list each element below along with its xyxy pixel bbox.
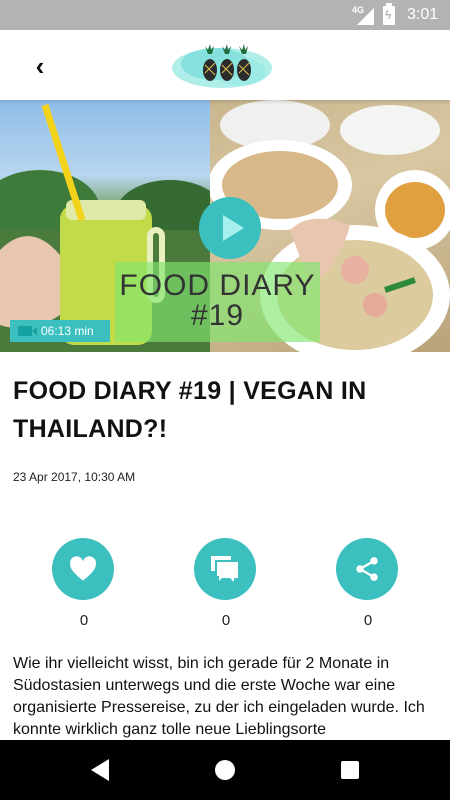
- nav-back-icon[interactable]: [91, 759, 109, 781]
- article-body: Wie ihr vielleicht wisst, bin ich gerade…: [13, 655, 425, 738]
- navigation-bar: [0, 740, 450, 800]
- thumbnail-title-overlay: FOOD DIARY #19: [115, 262, 320, 342]
- pineapples-logo-icon: [172, 44, 272, 88]
- share-circle: [336, 538, 398, 600]
- play-button[interactable]: [199, 197, 261, 259]
- article-date: 23 Apr 2017, 10:30 AM: [13, 470, 136, 484]
- article-title: FOOD DIARY #19 | VEGAN IN THAILAND?!: [13, 377, 367, 443]
- like-count: 0: [79, 612, 89, 629]
- back-button[interactable]: ‹: [20, 46, 60, 86]
- video-camera-icon: [18, 326, 37, 336]
- signal-icon: [357, 8, 374, 25]
- comment-circle: [194, 538, 256, 600]
- play-icon: [222, 215, 244, 241]
- duration-badge: 06:13 min: [10, 320, 110, 342]
- app-bar: ‹: [0, 30, 450, 100]
- battery-icon: ϟ: [383, 3, 395, 25]
- status-bar: 4G ϟ 3:01: [0, 0, 450, 30]
- nav-recent-apps-icon[interactable]: [341, 761, 359, 779]
- comments-icon: [211, 556, 238, 582]
- overlay-title-line1: FOOD DIARY: [119, 269, 316, 302]
- share-count: 0: [363, 612, 373, 629]
- like-button[interactable]: [52, 538, 116, 600]
- nav-home-icon[interactable]: [215, 760, 235, 780]
- chevron-left-icon: ‹: [35, 50, 45, 81]
- share-button[interactable]: [336, 538, 400, 600]
- like-circle: [52, 538, 114, 600]
- share-icon: [356, 557, 378, 581]
- comment-button[interactable]: [194, 538, 258, 600]
- video-thumbnail[interactable]: FOOD DIARY #19 06:13 min: [0, 100, 450, 352]
- duration-text: 06:13 min: [41, 324, 94, 338]
- overlay-title-line2: #19: [190, 299, 245, 332]
- status-time: 3:01: [407, 6, 439, 23]
- comment-count: 0: [221, 612, 231, 629]
- heart-icon: [70, 556, 96, 581]
